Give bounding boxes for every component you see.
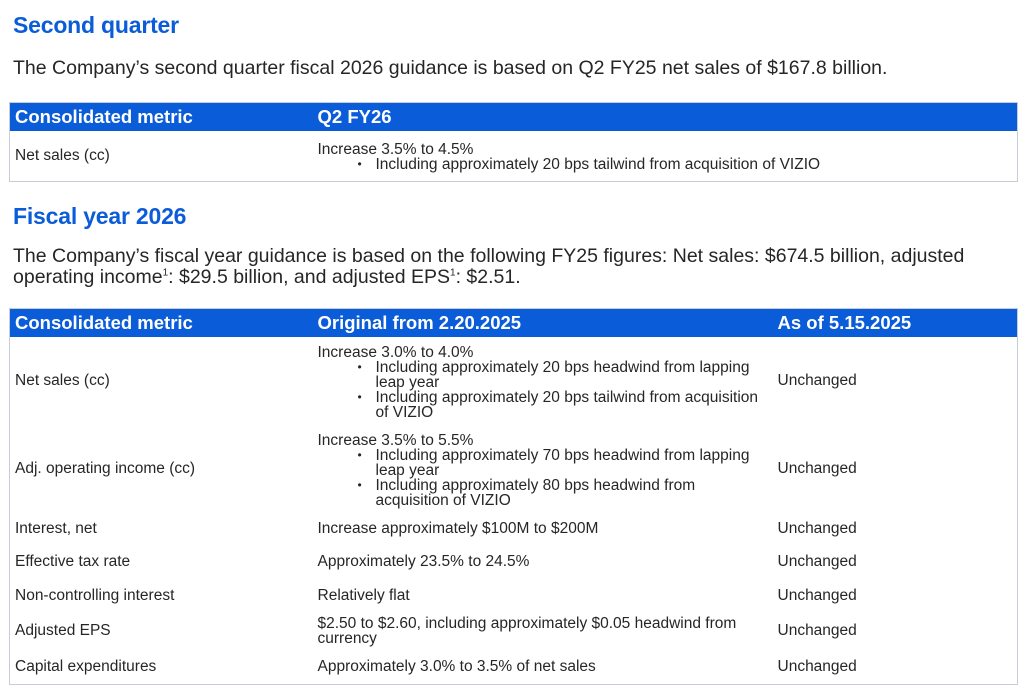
guidance-cell: Approximately 23.5% to 24.5%	[317, 553, 530, 570]
guidance-cell: $2.50 to $2.60, including approximately …	[317, 615, 737, 647]
second-quarter-heading: Second quarter	[13, 12, 179, 38]
q2-guidance-table: Consolidated metric Q2 FY26 Net sales (c…	[9, 102, 1018, 182]
fiscal-year-heading: Fiscal year 2026	[13, 203, 187, 229]
header-as-of: As of 5.15.2025	[772, 308, 1018, 337]
guidance-cell: Increase 3.5% to 5.5% Including approxim…	[313, 425, 773, 513]
metric-cell: Capital expenditures	[15, 657, 157, 675]
guidance-bullet: Including approximately 80 bps headwind …	[358, 477, 768, 508]
guidance-page: Second quarter The Company’s second quar…	[0, 0, 1024, 693]
guidance-cell: Relatively flat	[317, 586, 410, 604]
table-row: Net sales (cc) Increase 3.0% to 4.0% Inc…	[10, 337, 1018, 425]
guidance-bullets: Including approximately 20 bps tailwind …	[318, 157, 1013, 173]
status-cell: Unchanged	[777, 460, 857, 477]
lead-text-part2: : $29.5 billion, and adjusted EPS	[168, 266, 451, 288]
guidance-bullet: Including approximately 20 bps headwind …	[358, 359, 768, 390]
status-cell: Unchanged	[777, 553, 857, 570]
fy-guidance-table: Consolidated metric Original from 2.20.2…	[9, 308, 1018, 685]
header-consolidated-metric: Consolidated metric	[9, 102, 313, 131]
table-row: Effective tax rate Approximately 23.5% t…	[10, 545, 1018, 579]
guidance-main: Increase 3.0% to 4.0%	[317, 343, 474, 361]
table-row: Adjusted EPS $2.50 to $2.60, including a…	[10, 612, 1018, 650]
status-cell: Unchanged	[777, 622, 857, 639]
metric-cell: Effective tax rate	[15, 553, 131, 570]
guidance-bullet: Including approximately 70 bps headwind …	[358, 447, 768, 478]
metric-cell: Interest, net	[15, 520, 97, 537]
lead-text-part3: : $2.51.	[455, 266, 521, 288]
guidance-cell: Approximately 3.0% to 3.5% of net sales	[317, 657, 596, 675]
status-cell: Unchanged	[777, 520, 857, 537]
guidance-bullet: Including approximately 20 bps tailwind …	[358, 389, 768, 420]
guidance-bullets: Including approximately 70 bps headwind …	[318, 447, 768, 508]
table-row: Capital expenditures Approximately 3.0% …	[10, 650, 1018, 684]
table-header-row: Consolidated metric Q2 FY26	[9, 102, 1018, 131]
metric-cell: Non-controlling interest	[15, 586, 175, 604]
table-row: Interest, net Increase approximately $10…	[10, 513, 1018, 545]
status-cell: Unchanged	[777, 372, 857, 389]
metric-cell: Adjusted EPS	[15, 622, 111, 639]
table-row: Adj. operating income (cc) Increase 3.5%…	[10, 425, 1018, 513]
status-cell: Unchanged	[777, 657, 857, 675]
metric-cell: Adj. operating income (cc)	[15, 460, 196, 477]
second-quarter-lead: The Company’s second quarter fiscal 2026…	[13, 57, 888, 79]
guidance-bullets: Including approximately 20 bps headwind …	[318, 359, 768, 420]
table-header-row: Consolidated metric Original from 2.20.2…	[9, 308, 1018, 337]
guidance-cell: Increase 3.5% to 4.5% Including approxim…	[313, 131, 1018, 181]
header-consolidated-metric: Consolidated metric	[9, 308, 313, 337]
metric-cell: Net sales (cc)	[15, 146, 110, 164]
header-q2-fy26: Q2 FY26	[312, 102, 1018, 131]
table-row: Net sales (cc) Increase 3.5% to 4.5% Inc…	[10, 131, 1018, 181]
guidance-bullet: Including approximately 20 bps tailwind …	[358, 157, 1013, 173]
status-cell: Unchanged	[777, 586, 857, 604]
table-row: Non-controlling interest Relatively flat…	[10, 579, 1018, 612]
metric-cell: Net sales (cc)	[15, 372, 110, 389]
fiscal-year-lead: The Company’s fiscal year guidance is ba…	[13, 246, 1013, 288]
guidance-cell: Increase 3.0% to 4.0% Including approxim…	[313, 337, 773, 425]
header-original: Original from 2.20.2025	[312, 308, 773, 337]
guidance-main: Increase 3.5% to 4.5%	[317, 140, 474, 158]
guidance-cell: Increase approximately $100M to $200M	[317, 520, 599, 537]
guidance-main: Increase 3.5% to 5.5%	[317, 431, 474, 449]
